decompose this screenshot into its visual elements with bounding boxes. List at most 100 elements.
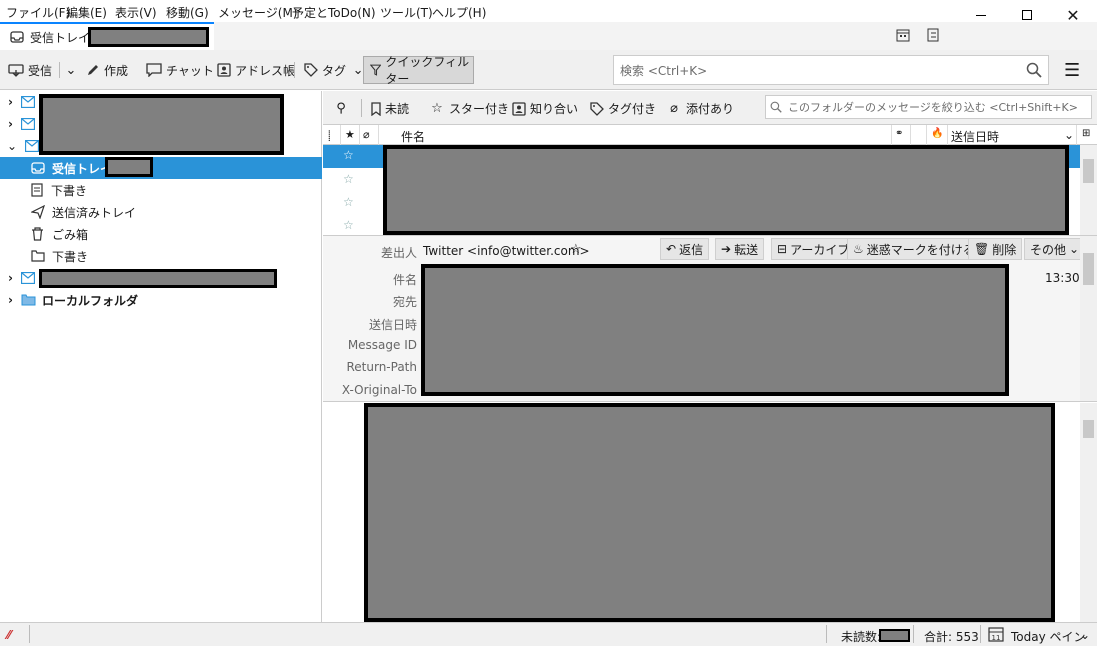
- folder-sent-label: 送信済みトレイ: [52, 205, 137, 220]
- tag-icon: [304, 63, 318, 77]
- subject-column-header[interactable]: 件名: [401, 128, 425, 145]
- chat-button[interactable]: チャット: [146, 59, 214, 81]
- menu-file[interactable]: ファイル(F): [6, 4, 70, 21]
- star-icon[interactable]: ☆: [343, 172, 354, 186]
- message-id-label: Message ID: [347, 338, 417, 352]
- star-icon[interactable]: ☆: [343, 195, 354, 209]
- message-body: [323, 403, 1097, 622]
- calendar-tab-icon[interactable]: [896, 28, 910, 45]
- header-scrollbar[interactable]: [1080, 236, 1097, 401]
- qf-sticky-button[interactable]: ⚲: [333, 100, 349, 116]
- get-mail-dropdown[interactable]: ⌄: [63, 59, 79, 81]
- contact-icon: [512, 101, 526, 116]
- get-mail-button[interactable]: 受信: [8, 59, 52, 81]
- reply-button[interactable]: ↶ 返信: [660, 238, 710, 260]
- star-col-icon[interactable]: ★: [345, 128, 355, 141]
- junk-col-icon[interactable]: 🔥: [931, 128, 943, 139]
- account-mail-icon: [20, 272, 35, 284]
- menu-message[interactable]: メッセージ(M): [218, 4, 297, 21]
- qf-contact-button[interactable]: 知り合い: [512, 100, 578, 117]
- status-bar: ⁄⁄ 未読数: 合計: 553 11 Today ペイン ⌄: [0, 622, 1097, 646]
- qf-attachment-button[interactable]: ⌀ 添付あり: [666, 100, 734, 117]
- folder-drafts[interactable]: 下書き: [0, 179, 322, 201]
- participants-col-icon[interactable]: ⚭: [895, 128, 903, 139]
- folder-local-label: ローカルフォルダ: [41, 293, 138, 308]
- quick-filter-button[interactable]: クイックフィルター: [363, 55, 474, 86]
- folder-inbox-label: 受信トレイ: [52, 161, 113, 176]
- delete-label: 削除: [992, 242, 1017, 257]
- qf-unread-label: 未読: [385, 102, 410, 116]
- menu-help[interactable]: ヘルプ(H): [432, 4, 486, 21]
- tag-label: タグ: [322, 63, 347, 78]
- star-icon[interactable]: ☆: [343, 148, 354, 162]
- junk-button[interactable]: ♨ 迷惑マークを付ける: [847, 238, 981, 260]
- address-book-button[interactable]: アドレス帳: [217, 59, 295, 81]
- inbox-icon: [10, 31, 24, 43]
- other-actions-button[interactable]: その他 ⌄: [1024, 238, 1086, 260]
- menu-edit[interactable]: 編集(E): [66, 4, 107, 21]
- reply-label: 返信: [679, 242, 704, 257]
- folder-pane: › › ⌄ 受信トレイ 下書き 送信済みトレイ ごみ箱 下書き › › ローカル…: [0, 91, 322, 622]
- inbox-icon: [31, 162, 45, 174]
- redacted-header-values: [421, 264, 1009, 396]
- message-list-scrollbar[interactable]: [1080, 145, 1097, 235]
- folder-local[interactable]: › ローカルフォルダ: [0, 289, 322, 311]
- menu-events[interactable]: 予定とToDo(N): [292, 4, 376, 21]
- today-pane-toggle[interactable]: Today ペイン: [1011, 628, 1086, 645]
- qf-filter-input[interactable]: このフォルダーのメッセージを絞り込む <Ctrl+Shift+K>: [765, 95, 1092, 119]
- qf-attachment-label: 添付あり: [686, 102, 735, 116]
- download-mail-icon: [8, 64, 24, 77]
- folder-drafts-label: 下書き: [51, 183, 88, 198]
- redacted-message-body: [364, 403, 1055, 622]
- chat-label: チャット: [166, 63, 214, 78]
- tag-button[interactable]: タグ ⌄: [304, 59, 366, 81]
- search-icon: [1026, 62, 1042, 78]
- from-value[interactable]: Twitter <info@twitter.com>: [423, 244, 590, 258]
- original-to-label: X-Original-To: [341, 383, 417, 397]
- trash-icon: [32, 227, 43, 241]
- to-label: 宛先: [392, 295, 417, 309]
- date-column-header[interactable]: 送信日時: [951, 128, 999, 145]
- menu-go[interactable]: 移動(G): [166, 4, 209, 21]
- global-search-input[interactable]: 検索 <Ctrl+K>: [613, 55, 1049, 85]
- thread-col-icon[interactable]: ⸽: [328, 128, 331, 142]
- flame-icon: ♨: [853, 242, 864, 256]
- search-icon: [770, 101, 782, 113]
- menu-view[interactable]: 表示(V): [115, 4, 157, 21]
- attachment-col-icon[interactable]: ⌀: [363, 128, 370, 141]
- chevron-down-icon: ⌄: [7, 139, 18, 153]
- forward-label: 転送: [734, 242, 759, 257]
- bookmark-icon: [371, 101, 381, 116]
- offline-icon[interactable]: ⁄⁄: [7, 628, 11, 642]
- tasks-tab-icon[interactable]: [926, 28, 940, 45]
- account-mail-icon: [20, 96, 35, 108]
- chevron-right-icon: ›: [8, 117, 13, 131]
- return-path-label: Return-Path: [346, 360, 417, 374]
- forward-button[interactable]: ➔ 転送: [715, 238, 765, 260]
- qf-starred-button[interactable]: ☆ スター付き: [429, 100, 509, 117]
- qf-unread-button[interactable]: 未読: [371, 100, 409, 117]
- app-menu-button[interactable]: ☰: [1064, 60, 1080, 81]
- archive-button[interactable]: ⊟ アーカイブ: [771, 238, 856, 260]
- folder-trash[interactable]: ごみ箱: [0, 223, 322, 245]
- menu-tools[interactable]: ツール(T): [380, 4, 433, 21]
- body-scrollbar[interactable]: [1080, 403, 1097, 622]
- redacted-message-list: [383, 145, 1069, 235]
- folder-inbox[interactable]: 受信トレイ: [0, 157, 322, 179]
- folder-icon: [21, 294, 36, 306]
- address-book-label: アドレス帳: [235, 63, 296, 78]
- chevron-down-icon[interactable]: ⌄: [1080, 628, 1090, 642]
- account-mail-icon: [25, 140, 40, 152]
- folder-sent[interactable]: 送信済みトレイ: [0, 201, 322, 223]
- star-icon[interactable]: ☆: [343, 218, 354, 232]
- column-picker-icon[interactable]: ⊞: [1082, 128, 1090, 139]
- write-label: 作成: [104, 63, 129, 78]
- qf-tagged-button[interactable]: タグ付き: [590, 100, 656, 117]
- folder-drafts-2[interactable]: 下書き: [0, 245, 322, 267]
- write-button[interactable]: 作成: [86, 59, 128, 81]
- redacted-unread-count: [105, 157, 153, 177]
- star-icon[interactable]: ☆: [570, 242, 582, 257]
- subject-label: 件名: [392, 273, 417, 287]
- document-icon: [31, 183, 43, 197]
- delete-button[interactable]: 🗑 削除: [968, 238, 1023, 260]
